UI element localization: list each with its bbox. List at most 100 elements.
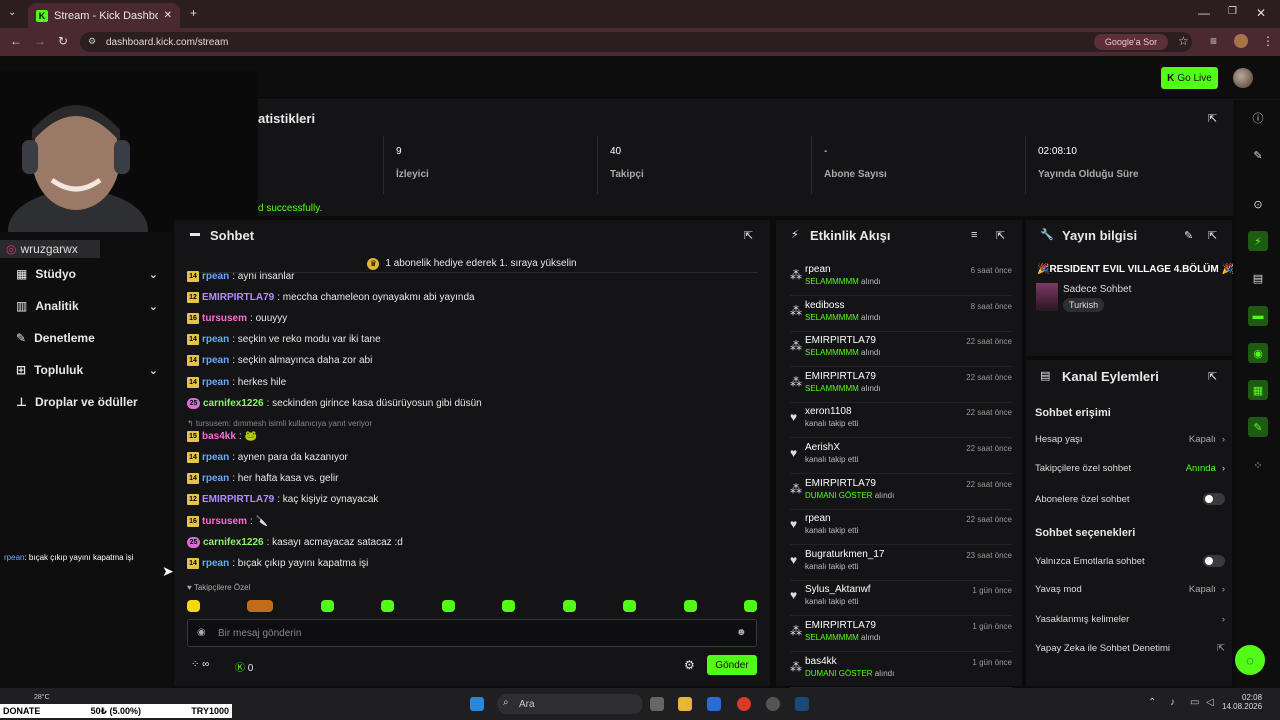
close-tab-icon[interactable]: ✕ bbox=[164, 10, 172, 21]
chat-username[interactable]: EMIRPIRTLA79 bbox=[202, 494, 274, 505]
chat-message[interactable]: 14 rpean: herkes hile bbox=[187, 377, 286, 388]
activity-item[interactable]: ⁂ EMIRPIRTLA79 SELAMMMMM alındı 1 gün önce bbox=[790, 620, 1012, 652]
chat-message[interactable]: 12 EMIRPIRTLA79: kaç kişiyiz oynayacak bbox=[187, 494, 378, 505]
windows-start-icon[interactable] bbox=[470, 697, 484, 711]
chat-username[interactable]: rpean bbox=[202, 452, 229, 463]
user-avatar[interactable] bbox=[1233, 68, 1253, 88]
file-explorer-icon[interactable] bbox=[678, 697, 692, 711]
ai-moderation-row[interactable]: Yapay Zeka ile Sohbet Denetimi ⇱ bbox=[1035, 643, 1225, 654]
emote-kick-icon[interactable] bbox=[320, 600, 334, 612]
activity-popout-icon[interactable]: ⇱ bbox=[996, 229, 1005, 242]
task-view-icon[interactable] bbox=[650, 697, 664, 711]
new-tab-icon[interactable]: + bbox=[190, 6, 197, 20]
activity-item[interactable]: ⁂ EMIRPIRTLA79 DUMANI GÖSTER alındı 22 saat… bbox=[790, 478, 1012, 510]
emote-kick-icon[interactable] bbox=[683, 600, 697, 612]
bookmark-star-icon[interactable]: ☆ bbox=[1178, 34, 1189, 48]
notes-icon[interactable]: ▤ bbox=[1248, 268, 1268, 288]
weather-widget[interactable]: 28°C bbox=[34, 694, 50, 701]
steam-icon[interactable] bbox=[795, 697, 809, 711]
maximize-icon[interactable]: ❐ bbox=[1228, 6, 1237, 17]
chat-message[interactable]: 14 rpean: her hafta kasa vs. gelir bbox=[187, 473, 338, 484]
chat-tool-icon[interactable]: ▬ bbox=[1248, 306, 1268, 326]
volume-icon[interactable]: ◁ bbox=[1206, 697, 1214, 708]
mail-icon[interactable] bbox=[707, 697, 721, 711]
emote-kick-icon[interactable] bbox=[562, 600, 576, 612]
chat-input[interactable]: Bir mesaj gönderin bbox=[187, 619, 757, 647]
activity-item[interactable]: ♥ AerishX kanalı takip etti 22 saat önce bbox=[790, 442, 1012, 474]
activity-item[interactable]: ⁂ bas4kk DUMANI GÖSTER alındı 1 gün önce bbox=[790, 656, 1012, 688]
chat-message[interactable]: 25 carnifex1226: seckinden girince kasa d… bbox=[187, 398, 482, 409]
activity-item[interactable]: ♥ Sylus_Aktanwf kanalı takip etti 1 gün önc… bbox=[790, 584, 1012, 617]
chat-message[interactable]: 25 carnifex1226: kasayı acmayacaz satacaz… bbox=[187, 537, 403, 548]
emote-kick-icon[interactable] bbox=[441, 600, 455, 612]
wrench-tool-icon[interactable]: ✎ bbox=[1248, 417, 1268, 437]
lightning-tool-icon[interactable]: ⚡ bbox=[1248, 231, 1268, 251]
popout-icon[interactable]: ⇱ bbox=[1208, 112, 1217, 125]
sidebar-item-drops[interactable]: ⊥ Droplar ve ödüller bbox=[16, 392, 158, 412]
google-ask-button[interactable]: Google'a Sor bbox=[1094, 34, 1168, 50]
chat-username[interactable]: rpean bbox=[202, 334, 229, 345]
activity-item[interactable]: ♥ xeron1108 kanalı takip etti 22 saat önce bbox=[790, 406, 1012, 439]
layout-icon[interactable]: ▦ bbox=[1248, 380, 1268, 400]
chat-popout-icon[interactable]: ⇱ bbox=[744, 229, 753, 242]
chat-settings-gear-icon[interactable]: ⚙ bbox=[684, 658, 695, 672]
url-field[interactable]: dashboard.kick.com/stream bbox=[80, 32, 1192, 52]
profile-avatar-icon[interactable] bbox=[1234, 34, 1248, 48]
slow-mode-row[interactable]: Yavaş mod Kapalı › bbox=[1035, 584, 1225, 595]
actions-popout-icon[interactable]: ⇱ bbox=[1208, 370, 1217, 383]
support-chat-icon[interactable]: ◌ bbox=[1235, 645, 1265, 675]
activity-item[interactable]: ⁂ kediboss SELAMMMMM alındı 8 saat önce bbox=[790, 300, 1012, 332]
extensions-icon[interactable]: ≡ bbox=[1210, 34, 1217, 48]
chat-username[interactable]: carnifex1226 bbox=[203, 398, 264, 409]
chat-username[interactable]: rpean bbox=[202, 271, 229, 282]
edit-pencil-icon[interactable]: ✎ bbox=[1184, 229, 1193, 242]
pencil-icon[interactable]: ✎ bbox=[1248, 145, 1268, 165]
chat-username[interactable]: carnifex1226 bbox=[203, 537, 264, 548]
chat-username[interactable]: tursusem bbox=[202, 313, 247, 324]
chat-message[interactable]: 12 EMIRPIRTLA79: meccha chameleon oynayak… bbox=[187, 292, 475, 303]
back-icon[interactable]: ← bbox=[10, 34, 22, 48]
users-icon[interactable]: ⁘ bbox=[1248, 455, 1268, 475]
sidebar-item-analytics[interactable]: ▥ Analitik ⌄ bbox=[16, 296, 158, 316]
filter-icon[interactable]: ≡ bbox=[971, 229, 977, 241]
forward-icon[interactable]: → bbox=[34, 34, 46, 48]
sidebar-item-studio[interactable]: ▦ Stüdyo ⌄ bbox=[16, 264, 158, 284]
info-icon[interactable]: ⓘ bbox=[1248, 108, 1268, 128]
chat-message[interactable]: 14 rpean: seçkin almayınca daha zor abi bbox=[187, 355, 372, 366]
chat-message[interactable]: 15 bas4kk: 🐸 bbox=[187, 431, 257, 442]
site-info-icon[interactable]: ⚙ bbox=[88, 36, 96, 47]
info-popout-icon[interactable]: ⇱ bbox=[1208, 229, 1217, 242]
emote-kick-icon[interactable] bbox=[381, 600, 395, 612]
network-icon[interactable]: ▭ bbox=[1190, 697, 1199, 708]
close-window-icon[interactable]: ✕ bbox=[1256, 6, 1266, 20]
send-button[interactable]: Gönder bbox=[707, 655, 757, 675]
browser-tab[interactable]: K Stream - Kick Dashboard ✕ bbox=[28, 3, 180, 28]
sidebar-item-community[interactable]: ⊞ Topluluk ⌄ bbox=[16, 360, 158, 380]
emote-kick-icon[interactable] bbox=[502, 600, 516, 612]
followers-only-row[interactable]: Takipçilere özel sohbet Anında › bbox=[1035, 463, 1225, 474]
sidebar-item-moderation[interactable]: ✎ Denetleme bbox=[16, 328, 158, 348]
minimize-icon[interactable]: — bbox=[1198, 6, 1210, 20]
activity-item[interactable]: ♥ rpean kanalı takip etti 22 saat önce bbox=[790, 513, 1012, 546]
emote-only-toggle[interactable] bbox=[1203, 555, 1225, 567]
chat-message[interactable]: 14 rpean: bıçak çıkıp yayını kapatma işi bbox=[187, 558, 368, 569]
activity-item[interactable]: ⁂ EMIRPIRTLA79 SELAMMMMM alındı 22 saat önc… bbox=[790, 371, 1012, 403]
tab-list-icon[interactable]: ⌄ bbox=[8, 7, 16, 18]
chat-username[interactable]: rpean bbox=[202, 473, 229, 484]
chat-username[interactable]: EMIRPIRTLA79 bbox=[202, 292, 274, 303]
chat-message[interactable]: 14 rpean: seçkin ve reko modu var iki tan… bbox=[187, 334, 381, 345]
chrome-icon[interactable] bbox=[737, 697, 751, 711]
chat-username[interactable]: rpean bbox=[202, 377, 229, 388]
tray-chevron-icon[interactable]: ⌃ bbox=[1148, 697, 1156, 708]
microphone-icon[interactable]: ♪ bbox=[1170, 697, 1175, 708]
taskbar-clock[interactable]: 02:08 14.08.2026 bbox=[1222, 693, 1262, 711]
chat-username[interactable]: rpean bbox=[202, 558, 229, 569]
activity-item[interactable]: ⁂ EMIRPIRTLA79 SELAMMMMM alındı 22 saat önc… bbox=[790, 335, 1012, 368]
chat-message[interactable]: 16 tursusem: 🔪 bbox=[187, 516, 268, 527]
subscribers-only-toggle[interactable] bbox=[1203, 493, 1225, 505]
chat-username[interactable]: bas4kk bbox=[202, 431, 236, 442]
chat-user-icon[interactable]: ◉ bbox=[197, 627, 206, 638]
emote-fire-icon[interactable] bbox=[247, 600, 274, 612]
emote-duck-icon[interactable] bbox=[187, 600, 200, 612]
emoji-picker-icon[interactable]: ☻ bbox=[736, 627, 747, 638]
